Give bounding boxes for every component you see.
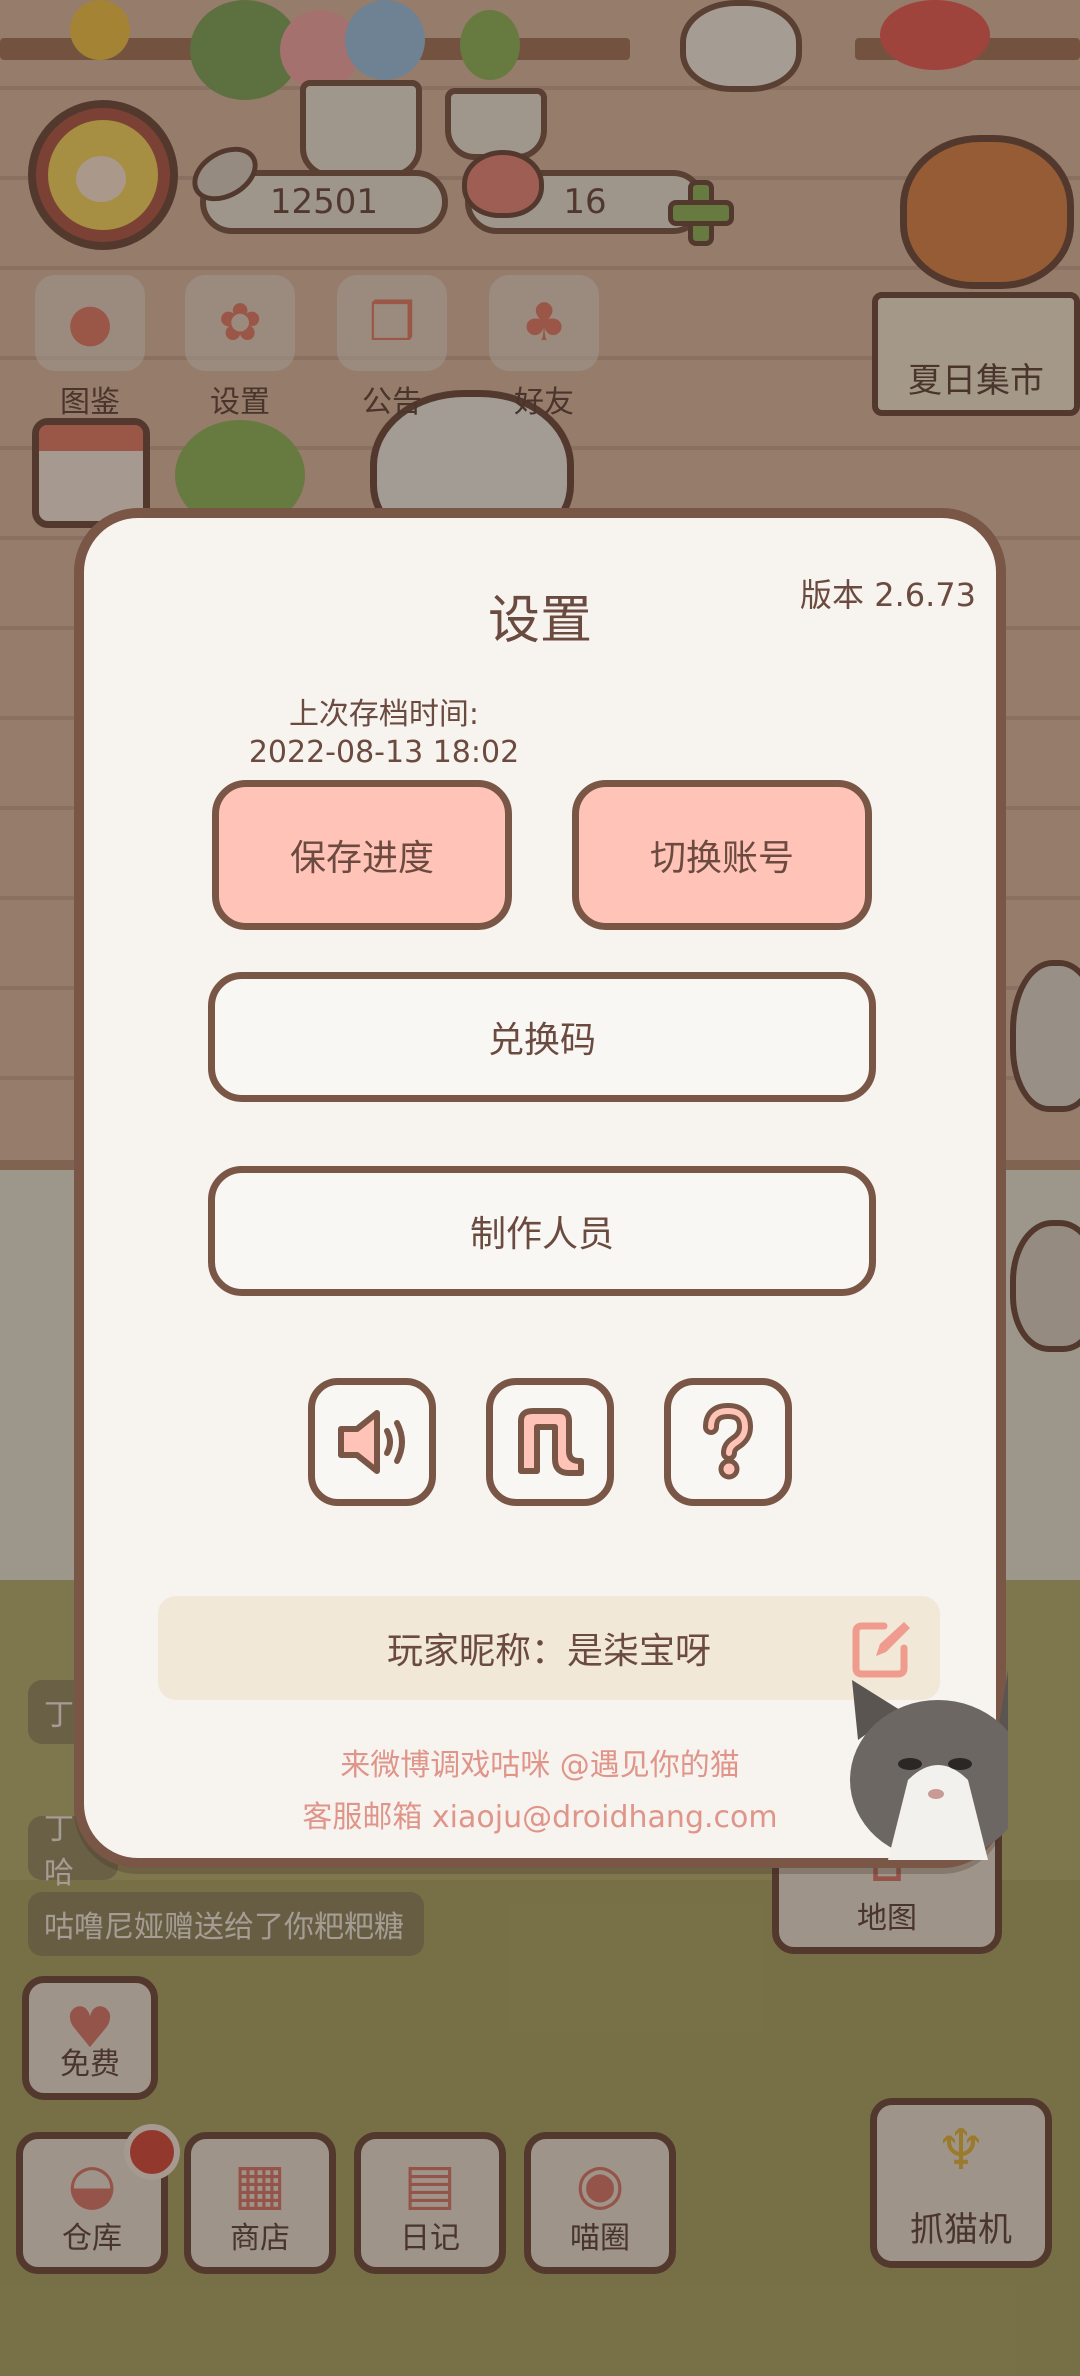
help-icon xyxy=(703,1402,754,1480)
credits-button[interactable]: 制作人员 xyxy=(208,1166,876,1296)
last-save-time: 2022-08-13 18:02 xyxy=(248,735,520,770)
help-button[interactable] xyxy=(664,1378,792,1506)
peeking-cat-image xyxy=(850,1670,1008,1860)
nickname-field: 玩家昵称：是柒宝呀 xyxy=(158,1596,940,1700)
music-icon xyxy=(518,1408,584,1476)
save-progress-button[interactable]: 保存进度 xyxy=(212,780,512,930)
sound-toggle-button[interactable] xyxy=(308,1378,436,1506)
music-toggle-button[interactable] xyxy=(486,1378,614,1506)
last-save-info: 上次存档时间: 2022-08-13 18:02 xyxy=(244,696,524,772)
last-save-label: 上次存档时间: xyxy=(288,697,480,732)
nickname-text: 玩家昵称：是柒宝呀 xyxy=(386,1631,711,1672)
switch-account-button[interactable]: 切换账号 xyxy=(572,780,872,930)
sound-icon xyxy=(338,1410,405,1474)
redeem-code-button[interactable]: 兑换码 xyxy=(208,972,876,1102)
version-label: 版本 2.6.73 xyxy=(800,576,976,614)
